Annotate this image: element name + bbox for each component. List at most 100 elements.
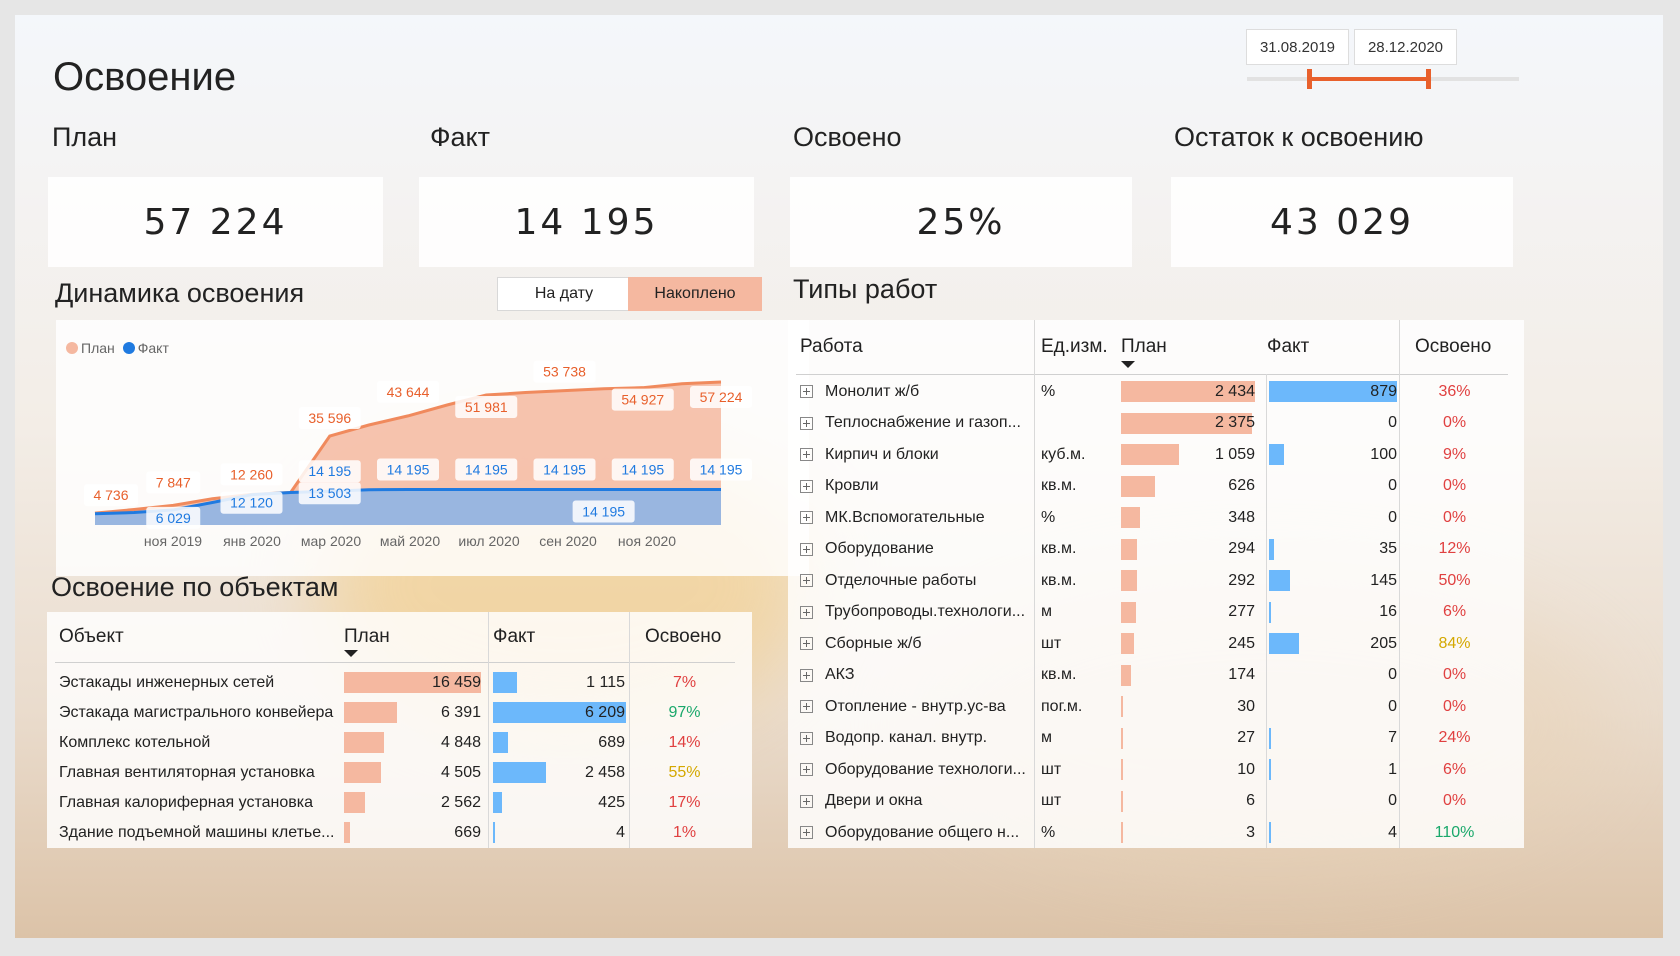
table-row[interactable]: Отделочные работы кв.м. 292 145 50% — [788, 565, 1524, 596]
table-row[interactable]: Двери и окна шт 6 0 0% — [788, 786, 1524, 817]
work-name: Кровли — [825, 477, 879, 494]
kpi-plan-value: 57 224 — [143, 201, 288, 243]
table-row[interactable]: Кирпич и блоки куб.м. 1 059 100 9% — [788, 439, 1524, 470]
expand-icon[interactable] — [800, 542, 813, 556]
table-row[interactable]: Оборудование общего н...% 3 4 110% — [788, 817, 1524, 848]
x-tick-label: ноя 2019 — [144, 533, 202, 549]
table-row[interactable]: Теплоснабжение и газоп... 2 375 0 0% — [788, 408, 1524, 439]
fact-value: 4 — [616, 823, 625, 841]
table-row[interactable]: Здание подъемной машины клетье... 669 4 1% — [47, 817, 752, 848]
table-row[interactable]: Эстакада магистрального конвейера 6 391 6 … — [47, 697, 752, 728]
expand-icon[interactable] — [800, 511, 813, 524]
objects-header-plan[interactable]: План — [344, 626, 390, 648]
date-slider-handle-start[interactable] — [1307, 69, 1312, 89]
expand-icon[interactable] — [800, 574, 813, 587]
expand-icon[interactable] — [800, 479, 813, 493]
fact-value: 1 115 — [586, 673, 625, 691]
work-name-cell: Сборные ж/б — [800, 628, 1032, 659]
work-name-cell: Оборудование — [800, 534, 1032, 565]
work-unit: % — [1041, 823, 1056, 841]
table-row[interactable]: Главная калориферная установка 2 562 425 17… — [47, 787, 752, 818]
done-percent: 12% — [1438, 540, 1471, 557]
svg-text:14 195: 14 195 — [387, 462, 430, 478]
fact-data-label: 14 195 — [298, 460, 361, 483]
expand-icon[interactable] — [800, 731, 813, 745]
plan-value: 174 — [1228, 666, 1255, 683]
done-percent: 55% — [668, 763, 701, 781]
work-name-cell: Кровли — [800, 471, 1032, 502]
date-start-input[interactable]: 31.08.2019 — [1246, 29, 1349, 65]
plan-data-label: 12 260 — [220, 463, 283, 486]
table-row[interactable]: Оборудование технологи... шт 10 1 6% — [788, 754, 1524, 785]
object-name: Комплекс котельной — [59, 733, 211, 751]
plan-data-label: 7 847 — [146, 471, 201, 494]
toggle-cumulative-button[interactable]: Накоплено — [628, 277, 762, 311]
date-slider-range — [1309, 77, 1429, 81]
expand-icon[interactable] — [800, 416, 813, 430]
work-name-cell: Оборудование технологи... — [800, 754, 1032, 785]
svg-text:57 224: 57 224 — [700, 389, 743, 405]
table-row[interactable]: Отопление - внутр.ус-ва пог.м. 30 0 0% — [788, 691, 1524, 722]
svg-text:6 029: 6 029 — [156, 510, 191, 526]
fact-value: 7 — [1388, 729, 1397, 746]
expand-icon[interactable] — [800, 826, 813, 839]
objects-header-done[interactable]: Освоено — [645, 626, 721, 648]
table-row[interactable]: Кровли кв.м. 626 0 0% — [788, 471, 1524, 502]
sort-desc-icon[interactable] — [344, 650, 358, 657]
expand-icon[interactable] — [800, 763, 813, 776]
kpi-remaining-label: Остаток к освоению — [1174, 122, 1424, 152]
date-slider-handle-end[interactable] — [1426, 69, 1431, 89]
object-name: Эстакады инженерных сетей — [59, 673, 275, 691]
table-row[interactable]: МК.Вспомогательные% 348 0 0% — [788, 502, 1524, 533]
work-header-unit[interactable]: Ед.изм. — [1041, 336, 1108, 358]
table-row[interactable]: Оборудование кв.м. 294 35 12% — [788, 534, 1524, 565]
expand-icon[interactable] — [800, 637, 813, 650]
done-percent: 17% — [668, 793, 701, 811]
expand-icon[interactable] — [800, 605, 813, 619]
done-percent: 0% — [1442, 414, 1467, 431]
fact-value: 16 — [1379, 603, 1397, 620]
work-unit: % — [1041, 508, 1056, 526]
kpi-fact-value: 14 195 — [514, 201, 659, 243]
plan-data-label: 57 224 — [690, 385, 752, 408]
work-name: Оборудование — [825, 540, 934, 557]
expand-icon[interactable] — [800, 448, 813, 461]
table-row[interactable]: Трубопроводы.технологи... м 277 16 6% — [788, 597, 1524, 628]
svg-text:35 596: 35 596 — [308, 410, 351, 426]
fact-value: 2 458 — [584, 763, 625, 781]
table-row[interactable]: Эстакады инженерных сетей 16 459 1 115 7% — [47, 667, 752, 698]
expand-icon[interactable] — [800, 668, 813, 682]
kpi-remaining-value: 43 029 — [1270, 201, 1414, 243]
done-percent: 9% — [1442, 445, 1467, 463]
dynamics-chart-panel: План Факт ноя 2019 янв 2020 мар 2020 май 20… — [56, 320, 809, 576]
expand-icon[interactable] — [800, 794, 813, 808]
done-percent: 36% — [1438, 382, 1471, 400]
kpi-done-value: 25% — [916, 201, 1006, 243]
sort-desc-icon[interactable] — [1121, 361, 1135, 368]
objects-header-fact[interactable]: Факт — [493, 626, 535, 648]
expand-icon[interactable] — [800, 700, 813, 713]
table-row[interactable]: Монолит ж/б% 2 434 879 36% — [788, 376, 1524, 407]
table-row[interactable]: Водопр. канал. внутр. м 27 7 24% — [788, 723, 1524, 754]
work-name-cell: Отделочные работы — [800, 565, 1032, 596]
work-name: Монолит ж/б — [825, 382, 920, 400]
object-name: Главная вентиляторная установка — [59, 763, 315, 781]
expand-icon[interactable] — [800, 385, 813, 398]
svg-text:43 644: 43 644 — [387, 384, 430, 400]
work-header-work[interactable]: Работа — [800, 336, 863, 358]
toggle-on-date-button[interactable]: На дату — [497, 277, 631, 311]
work-header-plan[interactable]: План — [1121, 336, 1167, 358]
fact-value: 689 — [598, 733, 625, 751]
table-row[interactable]: Комплекс котельной 4 848 689 14% — [47, 727, 752, 758]
fact-data-label: 14 195 — [611, 458, 674, 481]
plan-value: 3 — [1246, 823, 1255, 841]
date-end-input[interactable]: 28.12.2020 — [1354, 29, 1457, 65]
work-header-done[interactable]: Освоено — [1415, 336, 1491, 358]
table-row[interactable]: АКЗ кв.м. 174 0 0% — [788, 660, 1524, 691]
table-row[interactable]: Сборные ж/б шт 245 205 84% — [788, 628, 1524, 659]
table-row[interactable]: Главная вентиляторная установка 4 505 2 45… — [47, 757, 752, 788]
plan-value: 4 848 — [440, 733, 481, 751]
objects-header-object[interactable]: Объект — [59, 626, 124, 648]
work-header-fact[interactable]: Факт — [1267, 336, 1309, 358]
work-unit: пог.м. — [1041, 697, 1083, 715]
